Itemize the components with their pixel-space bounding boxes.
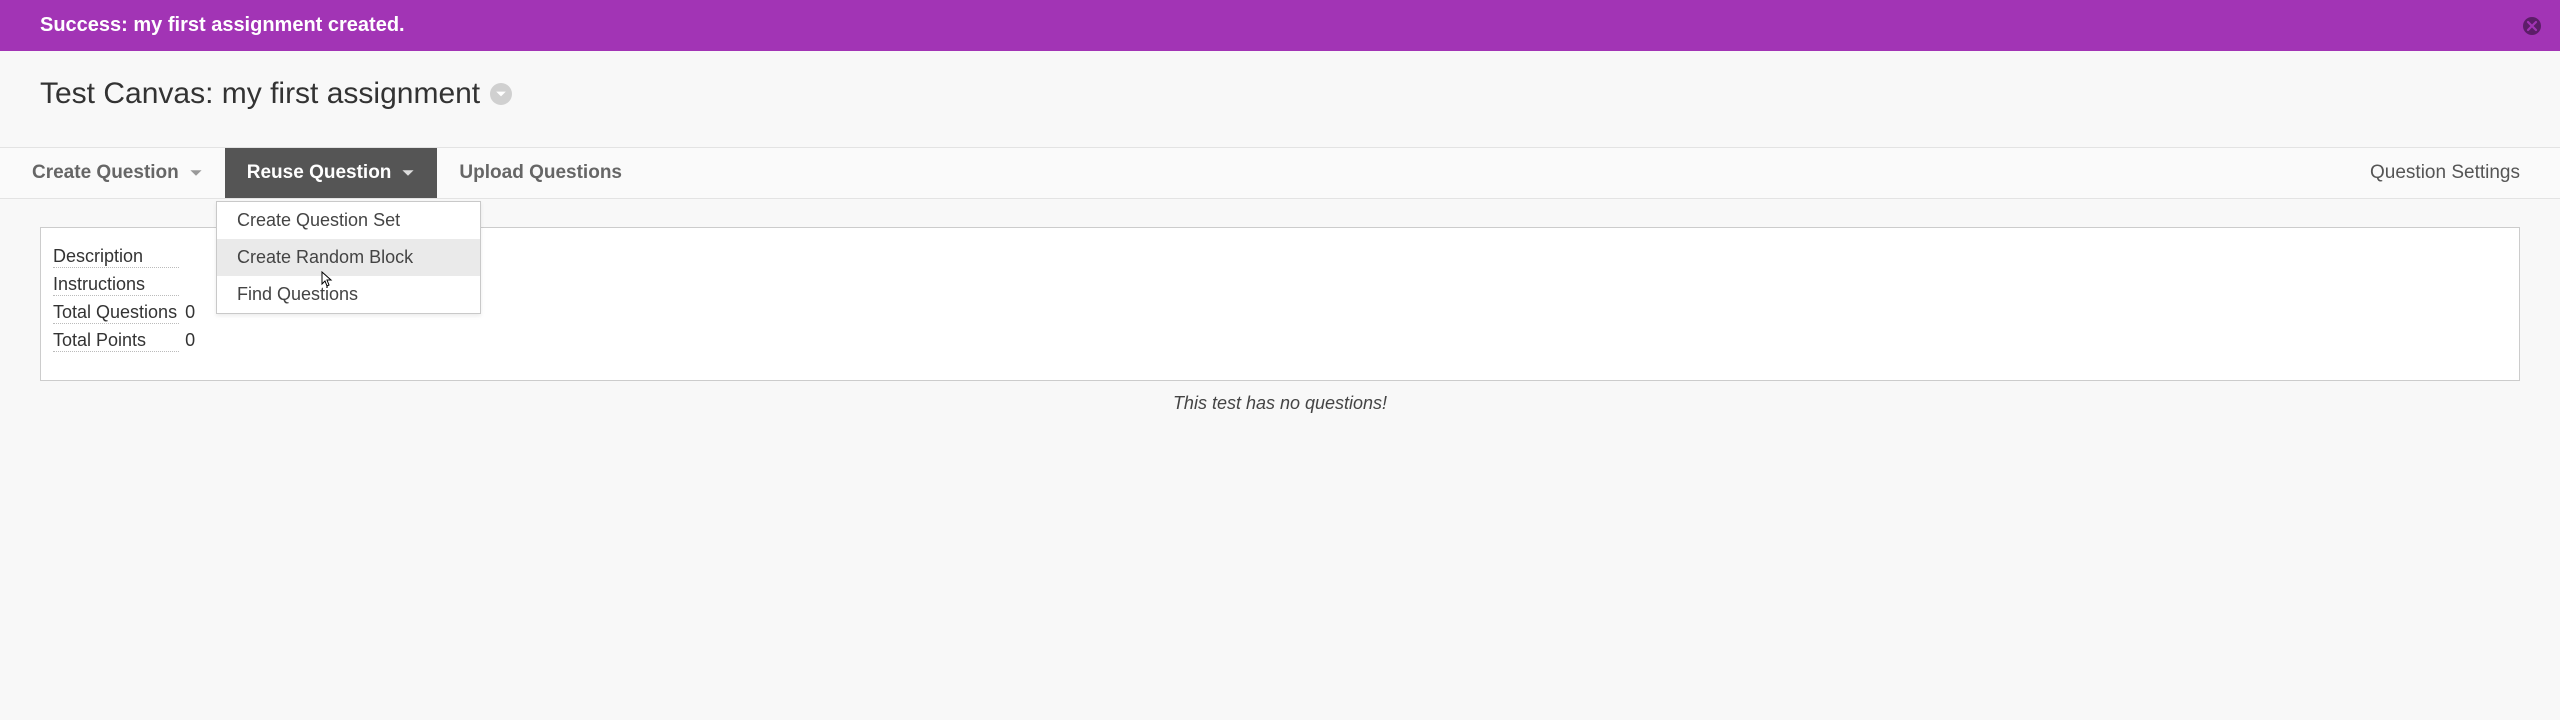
meta-label-description: Description [53,246,179,268]
reuse-question-dropdown: Create Question Set Create Random Block … [216,201,481,314]
toolbar: Create Question Reuse Question Upload Qu… [0,147,2560,199]
create-question-button[interactable]: Create Question [10,148,225,198]
upload-questions-button[interactable]: Upload Questions [437,148,644,198]
meta-value-instructions [185,274,195,296]
meta-label-total-questions: Total Questions [53,302,179,324]
dropdown-item-find-questions[interactable]: Find Questions [217,276,480,313]
create-question-label: Create Question [32,162,179,184]
close-icon[interactable] [2522,16,2542,36]
meta-value-description [185,246,195,268]
meta-label-total-points: Total Points [53,330,179,352]
reuse-question-label: Reuse Question [247,162,392,184]
chevron-down-icon [189,166,203,180]
chevron-down-icon[interactable] [490,83,512,105]
empty-message: This test has no questions! [40,393,2520,414]
chevron-down-icon [401,166,415,180]
upload-questions-label: Upload Questions [459,162,622,184]
success-banner-text: Success: my first assignment created. [40,14,405,36]
page-header: Test Canvas: my first assignment [0,51,2560,147]
reuse-question-button[interactable]: Reuse Question [225,148,438,198]
question-settings-link[interactable]: Question Settings [2370,162,2520,184]
meta-value-total-questions: 0 [185,302,195,324]
meta-value-total-points: 0 [185,330,195,352]
meta-label-instructions: Instructions [53,274,179,296]
dropdown-item-create-question-set[interactable]: Create Question Set [217,202,480,239]
dropdown-item-create-random-block[interactable]: Create Random Block [217,239,480,276]
page-title: Test Canvas: my first assignment [40,77,480,111]
success-banner: Success: my first assignment created. [0,0,2560,51]
